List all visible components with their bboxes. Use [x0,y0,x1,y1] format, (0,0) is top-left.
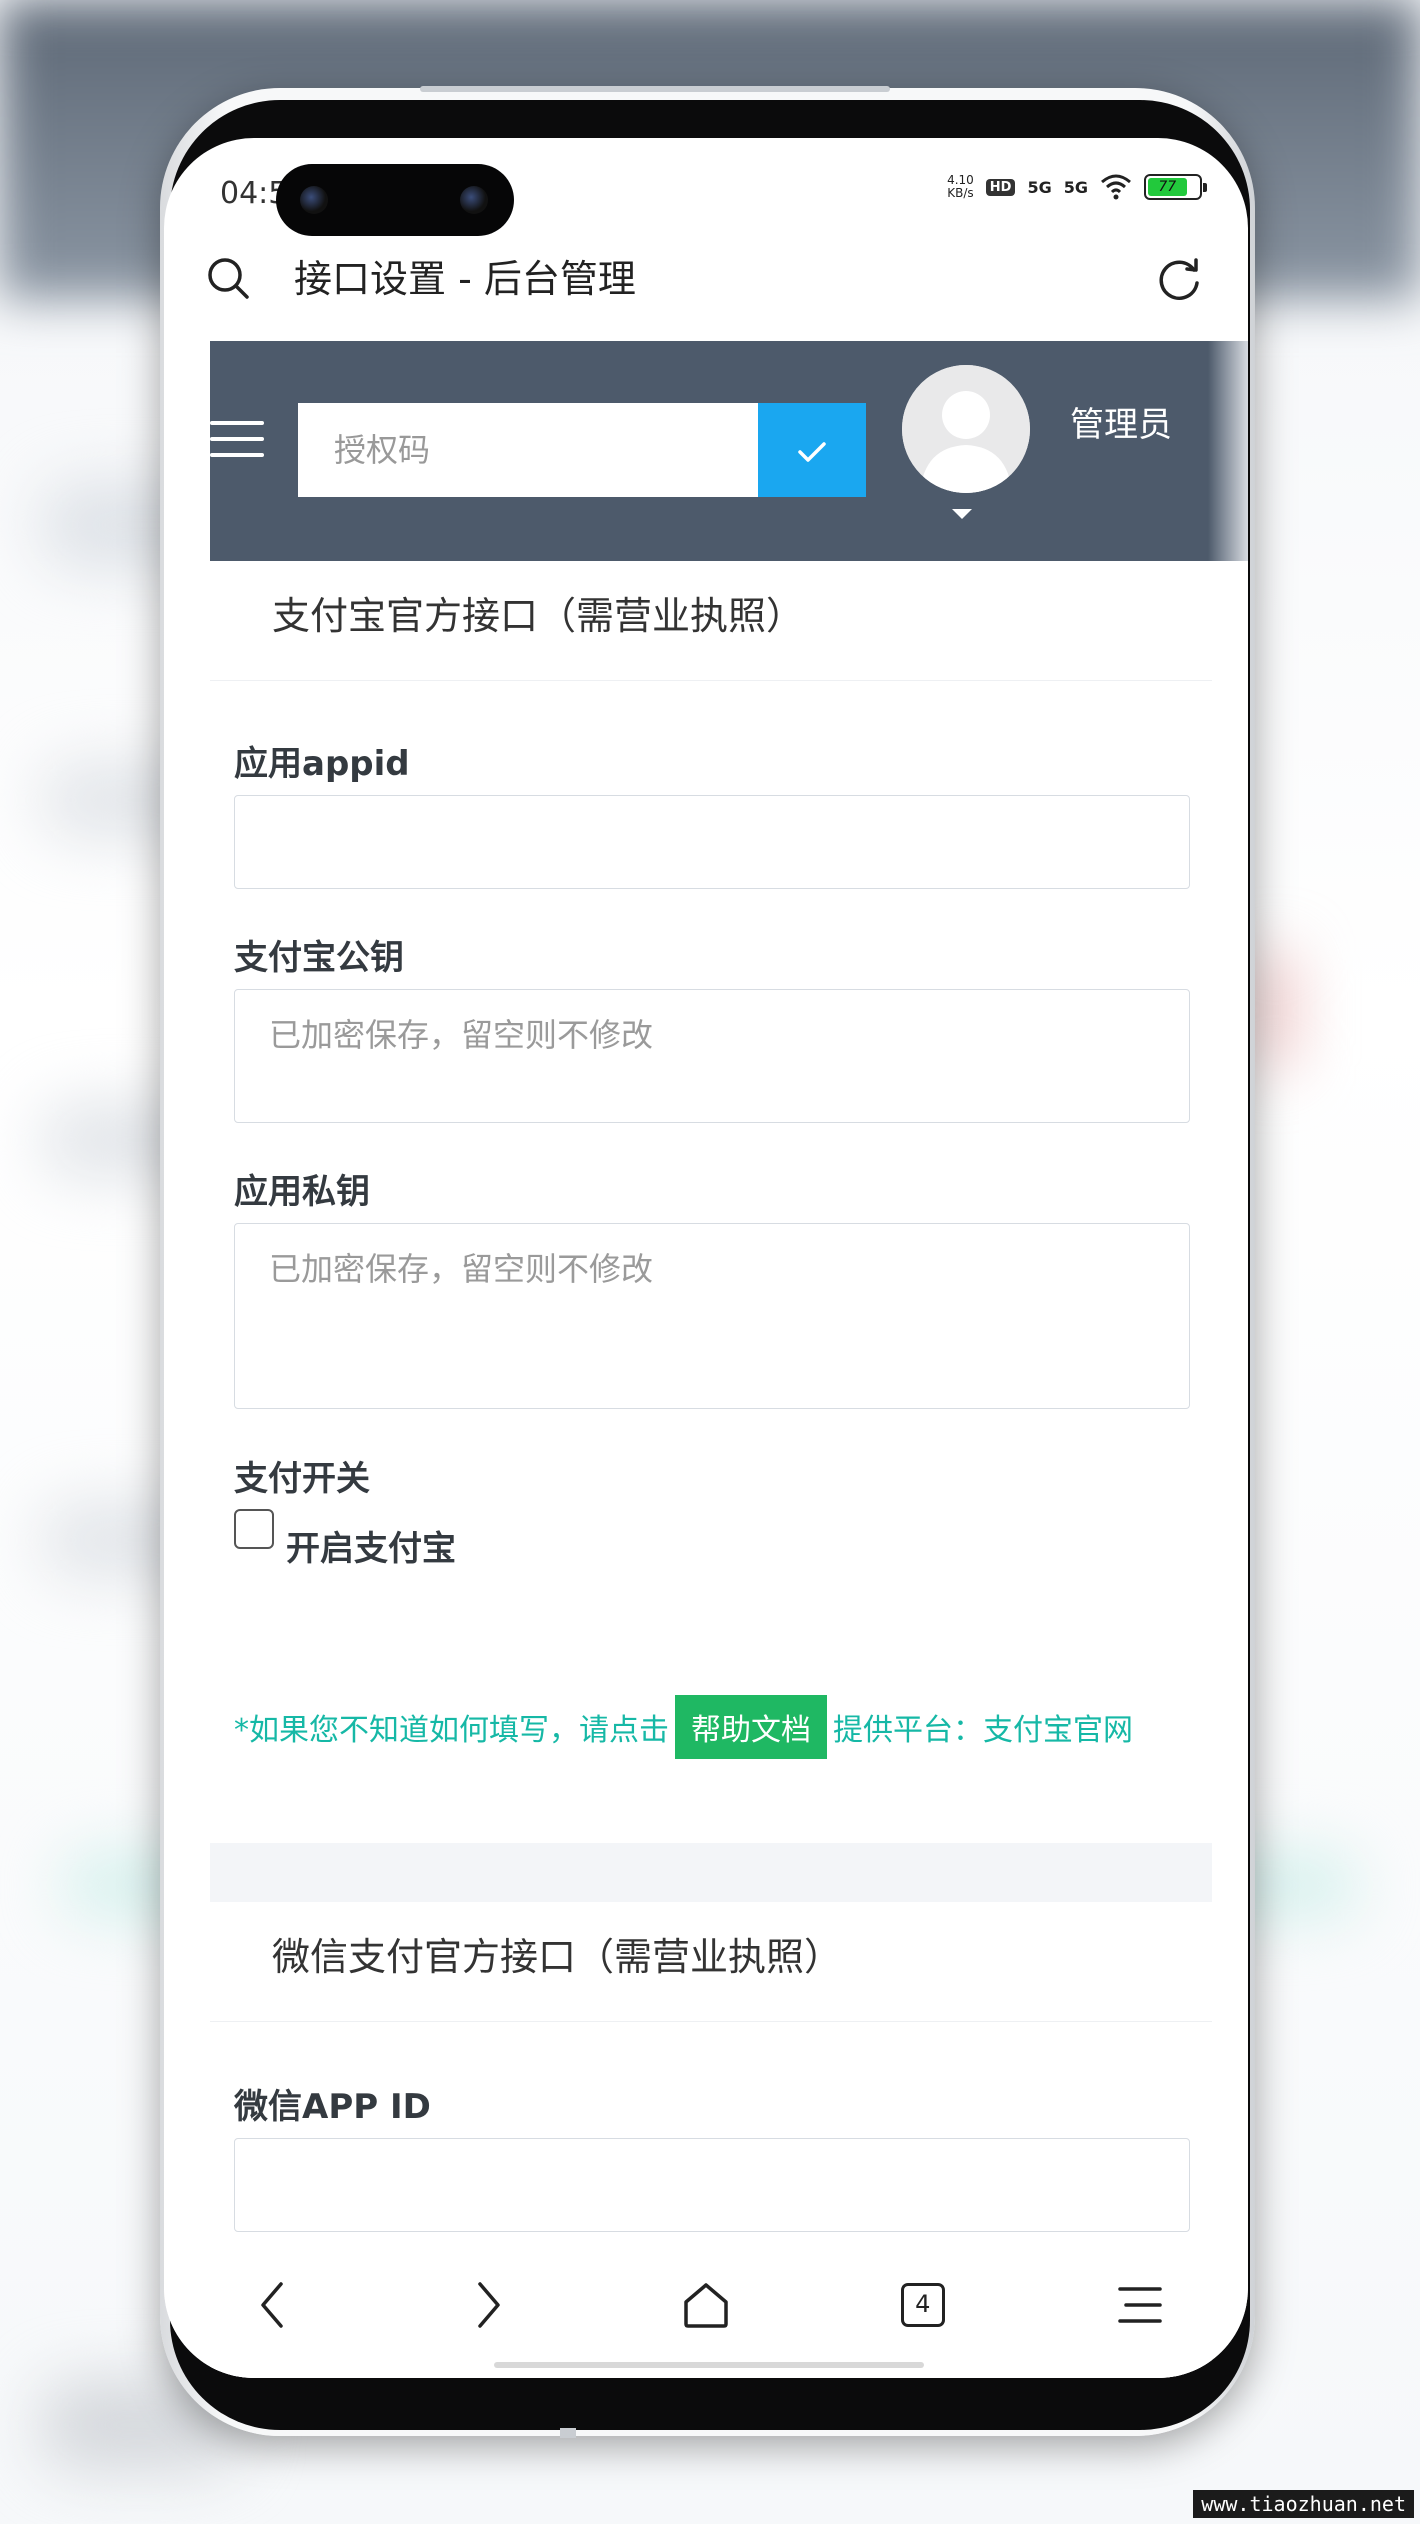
signal-5g-icon-2: 5G [1063,177,1088,197]
enable-alipay-label[interactable]: 开启支付宝 [286,1521,456,1570]
help-prefix: *如果您不知道如何填写，请点击 [234,1713,669,1748]
tabs-count-icon: 4 [900,2283,945,2327]
alipay-help-text: *如果您不知道如何填写，请点击 帮助文档 提供平台：支付宝官网 [234,1695,1133,1759]
alipay-pubkey-label: 支付宝公钥 [234,938,404,978]
chevron-left-icon [261,2282,284,2328]
chevron-right-icon [478,2282,500,2328]
browser-bottom-nav: 4 [164,2250,1248,2378]
default-user-icon [902,365,1030,493]
back-button[interactable] [237,2270,307,2340]
search-icon[interactable] [206,256,250,300]
phone-top-edge [420,86,890,92]
reload-icon[interactable] [1156,256,1202,302]
wechat-appid-input[interactable] [234,2138,1190,2232]
admin-name[interactable]: 管理员 [1070,397,1172,446]
browser-menu-button[interactable] [1105,2270,1175,2340]
home-icon [684,2283,728,2328]
alipay-settings-card: 支付宝官方接口（需营业执照） 应用appid 支付宝公钥 应用私钥 支付开关 开… [210,561,1212,1843]
wifi-icon [1101,174,1131,200]
home-button[interactable] [671,2270,741,2340]
wechat-appid-label: 微信APP ID [234,2087,431,2127]
watermark: www.tiaozhuan.net [1193,2490,1414,2518]
alipay-card-title: 支付宝官方接口（需营业执照） [210,561,1212,681]
scroll-edge-shadow [1208,341,1248,561]
camera-cutout [276,164,514,236]
front-sensor-icon [460,186,488,214]
avatar[interactable] [902,365,1030,493]
payment-switch-label: 支付开关 [234,1459,370,1499]
status-bar: 04:5 4.10 KB/s HD 5G 5G 77 [164,138,1248,248]
hd-voice-icon: HD [985,178,1016,196]
wechat-card-title: 微信支付官方接口（需营业执照） [210,1902,1212,2022]
status-icons: 4.10 KB/s HD 5G 5G 77 [947,173,1207,200]
alipay-privkey-label: 应用私钥 [234,1172,370,1212]
tabs-button[interactable]: 4 [888,2270,958,2340]
gesture-home-bar[interactable] [494,2362,924,2368]
alipay-appid-input[interactable] [234,795,1190,889]
auth-confirm-button[interactable] [758,403,866,497]
alipay-privkey-input[interactable] [234,1223,1190,1409]
menu-icon [1117,2287,1162,2323]
check-icon [798,441,826,462]
auth-code-input[interactable] [298,403,758,497]
front-camera-icon [300,186,328,214]
hamburger-menu-icon[interactable] [210,421,264,461]
phone-screen: 04:5 4.10 KB/s HD 5G 5G 77 接口设置 - 后台管理 授… [164,138,1248,2378]
enable-alipay-checkbox[interactable] [234,1509,274,1549]
alipay-appid-label: 应用appid [234,744,410,784]
help-docs-button[interactable]: 帮助文档 [675,1695,827,1759]
signal-5g-icon: 5G [1027,177,1052,197]
settings-content: 支付宝官方接口（需营业执照） 应用appid 支付宝公钥 应用私钥 支付开关 开… [210,561,1212,2378]
chevron-down-icon[interactable] [952,509,972,519]
alipay-pubkey-input[interactable] [234,989,1190,1123]
network-speed: 4.10 KB/s [947,173,974,200]
battery-icon: 77 [1144,174,1207,200]
forward-button[interactable] [454,2270,524,2340]
page-title[interactable]: 接口设置 - 后台管理 [294,256,636,302]
help-suffix[interactable]: 提供平台：支付宝官网 [833,1713,1133,1748]
admin-header: 管理员 [210,341,1248,561]
phone-bottom-edge [560,2428,576,2438]
